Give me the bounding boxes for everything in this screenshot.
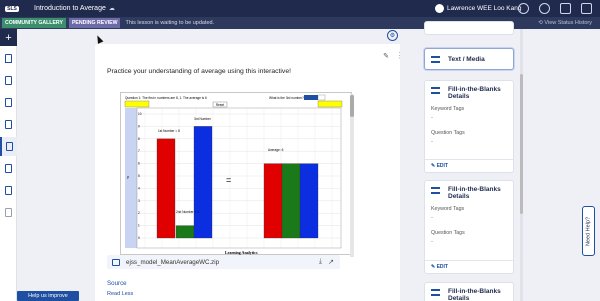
status-box	[317, 100, 343, 108]
fib-details-card[interactable]: Fill-in-the-Blanks Details Keyword Tags …	[424, 80, 514, 173]
home-icon[interactable]	[0, 49, 17, 68]
page-icon[interactable]	[0, 159, 17, 178]
question-tags-label: Question Tags	[431, 230, 465, 236]
bar-2	[175, 225, 195, 239]
drag-handle-icon[interactable]	[431, 87, 440, 94]
source-link[interactable]: Source	[107, 280, 127, 287]
y-axis-label: y	[127, 174, 129, 179]
keyword-tags-value: -	[431, 115, 433, 121]
fib-details-card[interactable]: Fill-in-the-Blanks Details Keyword Tags …	[424, 180, 514, 274]
page-icon[interactable]	[0, 203, 17, 222]
file-icon	[112, 258, 120, 266]
y-tick-label: 8	[138, 137, 140, 141]
question-tags-value: -	[431, 239, 433, 245]
section-title: Fill-in-the-Blanks Details	[448, 186, 501, 200]
right-panel-scrollbar[interactable]	[520, 29, 523, 301]
view-status-history-button[interactable]: ⟲ View Status History	[538, 20, 592, 26]
edit-pencil-icon[interactable]: ✎	[383, 52, 389, 60]
question-text: Question 1: The first n numbers are 8, 1…	[125, 96, 207, 100]
section-title: Fill-in-the-Blanks Details	[448, 288, 501, 301]
edit-button[interactable]: ✎ EDIT	[425, 260, 513, 273]
y-tick-label: 0	[138, 236, 140, 240]
third-number-label: 3rd Number	[194, 117, 212, 121]
user-name: Lawrence WEE Loo Kang	[447, 5, 522, 12]
text-media-card: ✎ ⋮ Practice your understanding of avera…	[95, 44, 400, 301]
first-number-box	[124, 100, 150, 108]
keyword-tags-label: Keyword Tags	[431, 206, 465, 212]
settings-gear-icon[interactable]: ⚙	[387, 30, 398, 41]
average-label: Average: 6	[268, 148, 284, 152]
add-section-button[interactable]: +	[0, 29, 17, 46]
y-tick-label: 2	[138, 211, 140, 215]
status-message: This lesson is waiting to be updated.	[125, 20, 215, 26]
more-options-icon[interactable]: ⋮	[396, 51, 400, 60]
edit-button[interactable]: ✎ EDIT	[425, 159, 513, 172]
question-tags-label: Question Tags	[431, 130, 465, 136]
equals-sign: =	[226, 175, 231, 185]
reset-label: Reset	[216, 103, 224, 107]
open-external-icon[interactable]: ↗	[328, 258, 334, 266]
bars-group	[156, 126, 319, 239]
share-icon[interactable]	[560, 3, 571, 14]
second-number-label: 2nd Number = 1	[176, 210, 199, 214]
drag-handle-icon[interactable]	[431, 56, 440, 63]
check-icon[interactable]	[518, 3, 529, 14]
main-content: ✎ ⋮ Practice your understanding of avera…	[17, 29, 400, 301]
fib-details-card[interactable]: Fill-in-the-Blanks Details	[424, 282, 514, 301]
panel-card-partial[interactable]	[424, 21, 514, 35]
page-icon[interactable]	[0, 71, 17, 90]
community-gallery-badge: COMMUNITY GALLERY	[2, 18, 66, 28]
preview-icon[interactable]	[581, 3, 592, 14]
y-tick-label: 6	[138, 162, 140, 166]
y-tick-label: 5	[138, 174, 140, 178]
page-icon[interactable]	[0, 115, 17, 134]
y-tick-label: 9	[138, 124, 140, 128]
need-help-button[interactable]: Need Help?	[582, 206, 595, 256]
interactive-simulation[interactable]: Question 1: The first n numbers are 8, 1…	[120, 92, 352, 255]
section-title: Fill-in-the-Blanks Details	[448, 86, 501, 100]
cloud-sync-icon: ☁	[108, 6, 115, 12]
pending-review-badge: PENDING REVIEW	[68, 18, 121, 28]
y-tick-label: 3	[138, 199, 140, 203]
drag-handle-icon[interactable]	[431, 289, 440, 296]
file-name: ejss_model_MeanAverageWC.zip	[126, 258, 220, 266]
question-tags-value: -	[431, 139, 433, 145]
simulation-scrollbar[interactable]	[350, 94, 354, 257]
y-tick-label: 7	[138, 149, 140, 153]
top-bar: SLS Introduction to Average ☁ Lawrence W…	[0, 0, 600, 17]
first-number-label: 1st Number = 8	[158, 129, 180, 133]
download-icon[interactable]: ⤓	[319, 258, 322, 266]
y-tick-label: 4	[138, 186, 140, 190]
page-icon-active[interactable]	[0, 137, 17, 156]
lesson-title: Introduction to Average	[34, 5, 106, 12]
bar-5	[281, 163, 301, 239]
page-icon[interactable]	[0, 181, 17, 200]
y-tick-label: 10	[138, 112, 142, 116]
user-menu[interactable]: Lawrence WEE Loo Kang	[435, 0, 521, 17]
bar-6	[299, 163, 319, 239]
page-icon[interactable]	[0, 93, 17, 112]
sls-logo[interactable]: SLS	[0, 0, 24, 17]
bar-3[interactable]	[193, 126, 213, 239]
keyword-tags-value: -	[431, 215, 433, 221]
avatar	[435, 4, 444, 13]
card-prompt: Practice your understanding of average u…	[107, 68, 291, 75]
help-us-improve-button[interactable]: Help us improve	[17, 291, 79, 301]
left-rail: +	[0, 29, 17, 301]
bar-4	[263, 163, 283, 239]
history-icon[interactable]	[539, 3, 550, 14]
y-tick-label: 1	[138, 224, 140, 228]
answer-dropdown[interactable]	[304, 95, 318, 100]
section-title: Text / Media	[448, 55, 485, 63]
text-media-section[interactable]: Text / Media	[424, 48, 514, 70]
right-panel: Text / Media Fill-in-the-Blanks Details …	[419, 21, 522, 301]
simulation-canvas[interactable]: Question 1: The first n numbers are 8, 1…	[121, 93, 353, 256]
question2-text: What is the 3rd number?	[269, 96, 304, 100]
keyword-tags-label: Keyword Tags	[431, 106, 465, 112]
bar-1	[156, 138, 176, 239]
answer-input[interactable]	[317, 94, 326, 101]
read-less-link[interactable]: Read Less	[107, 291, 133, 297]
file-attachment[interactable]: ejss_model_MeanAverageWC.zip ⤓ ↗	[107, 255, 340, 269]
drag-handle-icon[interactable]	[431, 187, 440, 194]
